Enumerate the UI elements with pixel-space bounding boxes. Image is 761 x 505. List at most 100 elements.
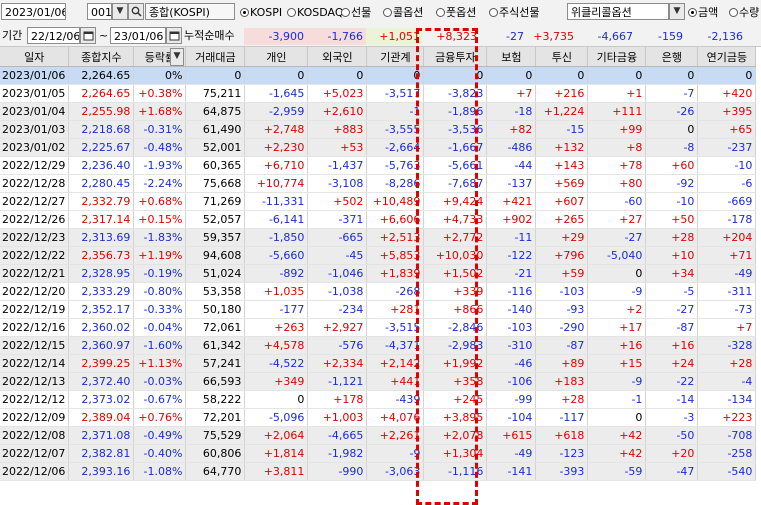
option-dropdown-button[interactable]: ▼: [669, 3, 685, 20]
radio-units-0[interactable]: 금액: [688, 4, 718, 21]
sort-dropdown-button[interactable]: ▼: [170, 48, 184, 66]
column-header[interactable]: 연기금등: [697, 47, 757, 67]
table-row[interactable]: 2022/12/20 2,333.29 -0.80% 53,358 +1,035 -1,0…: [0, 282, 757, 301]
table-cell: +1.13%: [133, 354, 187, 373]
table-cell: -0.19%: [133, 264, 187, 283]
date-field[interactable]: 2023/01/06: [1, 3, 66, 20]
column-header[interactable]: 개인: [244, 47, 309, 67]
table-cell: +7: [697, 318, 757, 337]
index-code-field[interactable]: 001: [87, 3, 112, 20]
table-cell: -9: [366, 444, 425, 463]
table-row[interactable]: 2022/12/27 2,332.79 +0.68% 71,269 -11,331 +50…: [0, 192, 757, 211]
column-header[interactable]: 투신: [535, 47, 589, 67]
table-cell: +0.68%: [133, 192, 187, 211]
table-cell: +4,733: [423, 210, 488, 229]
radio-markets-5[interactable]: 주식선물: [489, 4, 539, 21]
table-cell: -0.48%: [133, 138, 187, 157]
table-row[interactable]: 2022/12/29 2,236.40 -1.93% 60,365 +6,710 -1,4…: [0, 156, 757, 175]
table-cell: +50: [645, 210, 699, 229]
table-cell: -540: [697, 462, 757, 481]
table-row[interactable]: 2022/12/22 2,356.73 +1.19% 94,608 -5,660 -45 +…: [0, 246, 757, 265]
table-cell: +178: [307, 390, 368, 409]
table-cell: 58,222: [185, 390, 246, 409]
table-cell: +16: [645, 336, 699, 355]
table-row[interactable]: 2023/01/06 2,264.65 0% 0 0 0 0 0 0 0 0 0 0: [0, 66, 757, 85]
column-header[interactable]: 보험: [486, 47, 537, 67]
option-select-value: 위클리콜옵션: [571, 6, 632, 19]
table-row[interactable]: 2023/01/05 2,264.65 +0.38% 75,211 -1,645 +5,0…: [0, 84, 757, 103]
table-cell: +883: [307, 120, 368, 139]
radio-markets-1[interactable]: KOSDAQ: [287, 4, 344, 21]
table-cell: 71,269: [185, 192, 246, 211]
radio-markets-2[interactable]: 선물: [341, 4, 371, 21]
investor-trend-table[interactable]: 일자 종합지수 등락률 거래대금 개인 외국인 기관계 금융투자 보험 투신 기타금융 은행 연기금등 …: [0, 47, 757, 481]
table-cell: 2022/12/08: [0, 426, 70, 445]
table-cell: 2022/12/09: [0, 408, 70, 427]
table-cell: -27: [587, 228, 647, 247]
option-select[interactable]: 위클리콜옵션: [567, 3, 669, 20]
column-header[interactable]: 기관계: [366, 47, 425, 67]
table-cell: 2,225.67: [68, 138, 135, 157]
table-row[interactable]: 2022/12/08 2,371.08 -0.49% 75,529 +2,064 -4,6…: [0, 426, 757, 445]
table-row[interactable]: 2022/12/28 2,280.45 -2.24% 75,668 +10,774 -3,…: [0, 174, 757, 193]
table-cell: -87: [535, 336, 589, 355]
code-dropdown-button[interactable]: ▼: [112, 3, 128, 20]
radio-markets-3[interactable]: 콜옵션: [383, 4, 423, 21]
table-cell: -106: [486, 372, 537, 391]
radio-markets-0[interactable]: KOSPI: [240, 4, 282, 21]
summary-cell: -27: [478, 28, 527, 45]
period-to-field[interactable]: 23/01/06: [110, 27, 166, 44]
summary-cell: +8,323: [423, 28, 480, 45]
table-row[interactable]: 2022/12/15 2,360.97 -1.60% 61,342 +4,578 -576…: [0, 336, 757, 355]
table-cell: -6,141: [244, 210, 309, 229]
table-row[interactable]: 2022/12/06 2,393.16 -1.08% 64,770 +3,811 -990…: [0, 462, 757, 481]
table-row[interactable]: 2023/01/04 2,255.98 +1.68% 64,875 -2,959 +2,6…: [0, 102, 757, 121]
table-row[interactable]: 2022/12/13 2,372.40 -0.03% 66,593 +349 -1,121…: [0, 372, 757, 391]
table-cell: +2,610: [307, 102, 368, 121]
search-button[interactable]: [128, 3, 144, 20]
table-cell: -50: [645, 426, 699, 445]
table-cell: +2,064: [244, 426, 309, 445]
to-calendar-button[interactable]: [166, 27, 182, 44]
table-cell: -237: [697, 138, 757, 157]
radio-units-1[interactable]: 수량: [729, 4, 759, 21]
table-row[interactable]: 2022/12/16 2,360.02 -0.04% 72,061 +263 +2,927…: [0, 318, 757, 337]
table-cell: 2,372.40: [68, 372, 135, 391]
table-row[interactable]: 2023/01/02 2,225.67 -0.48% 52,001 +2,230 +53-…: [0, 138, 757, 157]
column-header[interactable]: 외국인: [307, 47, 368, 67]
table-cell: -0.03%: [133, 372, 187, 391]
column-header[interactable]: 은행: [645, 47, 699, 67]
column-header[interactable]: 거래대금: [185, 47, 246, 67]
radio-markets-4[interactable]: 풋옵션: [436, 4, 476, 21]
table-cell: 2,264.65: [68, 66, 135, 85]
table-row[interactable]: 2022/12/23 2,313.69 -1.83% 59,357 -1,850 -665…: [0, 228, 757, 247]
period-from-field[interactable]: 22/12/06: [27, 27, 80, 44]
column-header[interactable]: 기타금융: [587, 47, 647, 67]
table-cell: 0: [307, 66, 368, 85]
table-cell: 2022/12/27: [0, 192, 70, 211]
table-cell: 2023/01/06: [0, 66, 70, 85]
column-header[interactable]: 종합지수: [68, 47, 135, 67]
table-cell: 0: [423, 66, 488, 85]
table-row[interactable]: 2022/12/07 2,382.81 -0.40% 60,806 +1,814 -1,9…: [0, 444, 757, 463]
table-cell: +1,035: [244, 282, 309, 301]
from-calendar-button[interactable]: [80, 27, 96, 44]
table-row[interactable]: 2022/12/12 2,373.02 -0.67% 58,222 0 +178 -439 +…: [0, 390, 757, 409]
column-header[interactable]: 금융투자: [423, 47, 488, 67]
table-cell: 2022/12/29: [0, 156, 70, 175]
table-row[interactable]: 2022/12/09 2,389.04 +0.76% 72,201 -5,096 +1,0…: [0, 408, 757, 427]
search-icon: [131, 6, 142, 17]
table-cell: 72,061: [185, 318, 246, 337]
table-row[interactable]: 2022/12/21 2,328.95 -0.19% 51,024 -892 -1,046…: [0, 264, 757, 283]
table-row[interactable]: 2022/12/14 2,399.25 +1.13% 57,241 -4,522 +2,3…: [0, 354, 757, 373]
table-cell: -892: [244, 264, 309, 283]
table-cell: -1,038: [307, 282, 368, 301]
table-cell: +89: [535, 354, 589, 373]
table-cell: 0%: [133, 66, 187, 85]
table-row[interactable]: 2023/01/03 2,218.68 -0.31% 61,490 +2,748 +883…: [0, 120, 757, 139]
table-cell: -5,661: [423, 156, 488, 175]
table-cell: -4,522: [244, 354, 309, 373]
table-row[interactable]: 2022/12/26 2,317.14 +0.15% 52,057 -6,141 -371…: [0, 210, 757, 229]
table-row[interactable]: 2022/12/19 2,352.17 -0.33% 50,180 -177 -234 +2…: [0, 300, 757, 319]
column-header[interactable]: 일자: [0, 47, 70, 67]
